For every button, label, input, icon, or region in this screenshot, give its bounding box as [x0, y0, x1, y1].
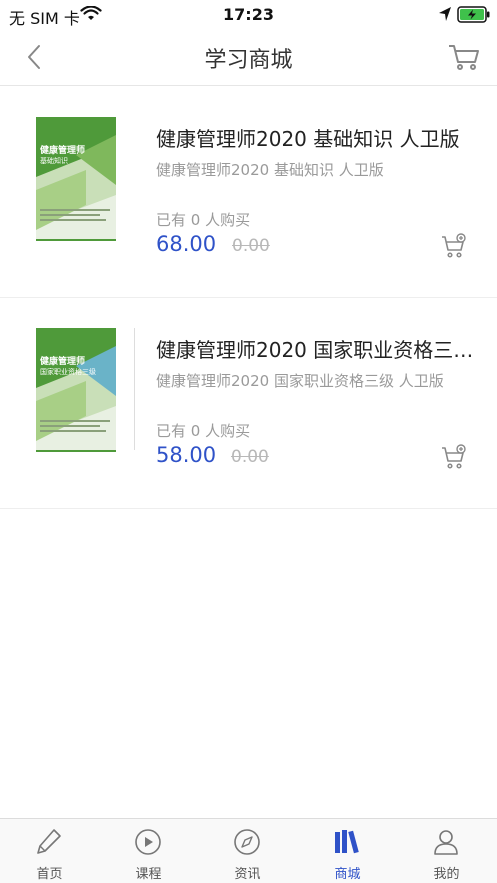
tab-profile[interactable]: 我的 — [397, 819, 496, 883]
cover-subtitle: 基础知识 — [40, 157, 68, 165]
pencil-icon — [34, 827, 64, 857]
navigation-bar: 学习商城 — [0, 30, 497, 86]
tab-label: 商城 — [334, 867, 361, 882]
books-icon — [332, 827, 362, 857]
tab-label: 课程 — [135, 867, 162, 882]
page-title: 学习商城 — [204, 48, 293, 73]
cover-subtitle: 国家职业资格三级 — [40, 368, 96, 376]
product-name[interactable]: 健康管理师2020 国家职业资格三级 人卫版 — [156, 334, 482, 363]
tab-label: 首页 — [36, 867, 63, 882]
shopping-cart-icon[interactable] — [447, 42, 481, 72]
tab-home[interactable]: 首页 — [0, 819, 99, 883]
product-subtitle: 健康管理师2020 国家职业资格三级 人卫版 — [156, 372, 444, 390]
battery-icon — [457, 6, 491, 27]
sold-count: 已有 0 人购买 — [156, 211, 251, 229]
cover-title: 健康管理师 — [40, 357, 86, 367]
tab-news[interactable]: 资讯 — [198, 819, 297, 883]
product-price: 58.00 — [156, 443, 217, 467]
sold-count: 已有 0 人购买 — [156, 422, 251, 440]
status-bar: 无 SIM 卡 17:23 — [0, 0, 497, 30]
product-item[interactable]: 健康管理师 国家职业资格三级 健康管理师2020 国家职业资格三级 人卫版 健康… — [0, 298, 497, 509]
product-name[interactable]: 健康管理师2020 基础知识 人卫版 — [156, 123, 482, 152]
add-to-cart-icon[interactable] — [440, 444, 468, 472]
tab-label: 资讯 — [234, 867, 261, 882]
tab-label: 我的 — [433, 867, 460, 882]
play-circle-icon — [133, 827, 163, 857]
user-icon — [431, 827, 461, 857]
product-cover-image: 健康管理师 基础知识 — [16, 115, 136, 247]
product-cover-image: 健康管理师 国家职业资格三级 — [16, 326, 136, 458]
clock-label: 17:23 — [223, 5, 274, 24]
original-price: 0.00 — [232, 236, 270, 256]
product-subtitle: 健康管理师2020 基础知识 人卫版 — [156, 161, 384, 179]
tab-bar: 首页 课程 资讯 商城 我的 — [0, 818, 497, 883]
cover-title: 健康管理师 — [40, 146, 86, 156]
add-to-cart-icon[interactable] — [440, 233, 468, 261]
location-arrow-icon — [438, 6, 452, 26]
product-item[interactable]: 健康管理师 基础知识 健康管理师2020 基础知识 人卫版 健康管理师2020 … — [0, 87, 497, 298]
tab-mall[interactable]: 商城 — [298, 819, 397, 883]
tab-courses[interactable]: 课程 — [99, 819, 198, 883]
original-price: 0.00 — [231, 447, 269, 467]
product-price: 68.00 — [156, 232, 217, 256]
compass-icon — [232, 827, 262, 857]
